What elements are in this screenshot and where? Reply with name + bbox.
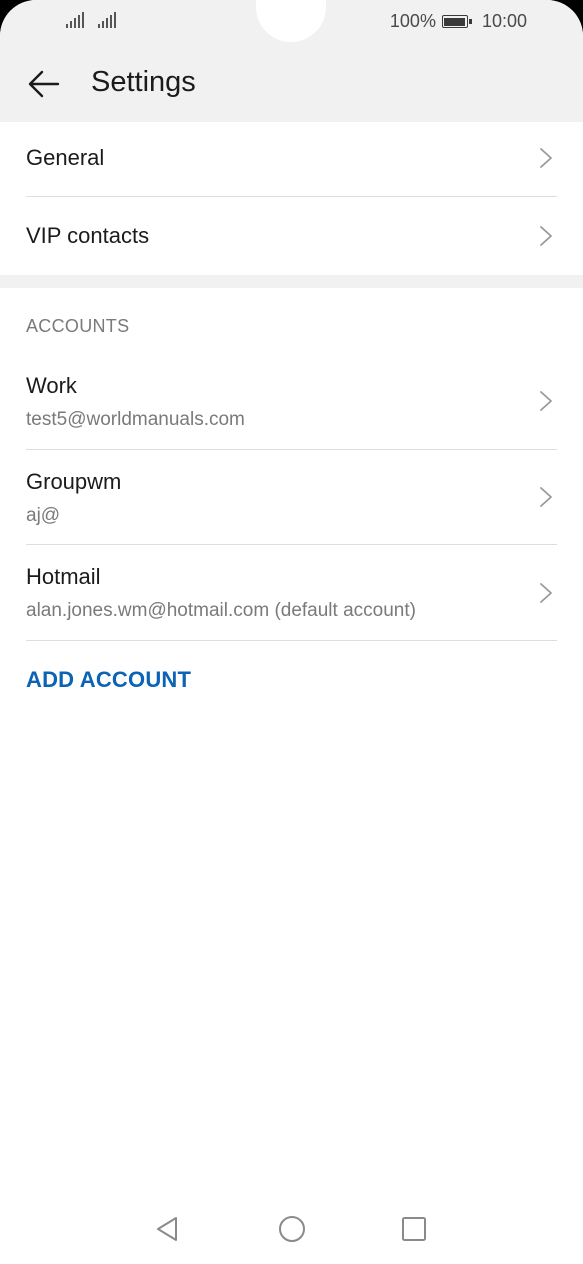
page-title: Settings bbox=[91, 66, 196, 98]
menu-item-label: VIP contacts bbox=[26, 223, 150, 248]
account-name: Hotmail bbox=[26, 564, 101, 589]
signal-icon bbox=[66, 12, 84, 28]
account-item-work[interactable]: Work test5@worldmanuals.com bbox=[26, 355, 557, 450]
nav-home-button[interactable] bbox=[275, 1212, 309, 1246]
account-email: aj@ bbox=[26, 505, 61, 526]
signal-group bbox=[66, 12, 116, 28]
clock: 10:00 bbox=[481, 11, 527, 31]
status-bar: 100% 10:00 bbox=[0, 0, 583, 44]
arrow-left-icon bbox=[28, 70, 60, 98]
chevron-right-icon bbox=[540, 148, 552, 168]
back-triangle-icon bbox=[157, 1217, 177, 1241]
nav-recents-button[interactable] bbox=[397, 1212, 431, 1246]
nav-back-button[interactable] bbox=[150, 1212, 184, 1246]
chevron-right-icon bbox=[540, 226, 552, 246]
chevron-right-icon bbox=[540, 487, 552, 507]
chevron-right-icon bbox=[540, 583, 552, 603]
app-bar: Settings bbox=[0, 44, 583, 122]
camera-notch bbox=[256, 0, 326, 42]
account-item-groupwm[interactable]: Groupwm aj@ bbox=[26, 450, 557, 545]
recents-square-icon bbox=[402, 1217, 426, 1241]
battery-icon bbox=[441, 15, 472, 28]
account-name: Work bbox=[26, 373, 77, 398]
system-nav-bar bbox=[0, 1196, 583, 1264]
status-right: 100% 10:00 bbox=[390, 11, 527, 32]
menu-item-vip-contacts[interactable]: VIP contacts bbox=[26, 197, 557, 275]
home-circle-icon bbox=[279, 1216, 305, 1242]
add-account-button[interactable]: ADD ACCOUNT bbox=[26, 667, 191, 693]
accounts-section-header: ACCOUNTS bbox=[26, 316, 130, 336]
screen: 100% 10:00 Settings General VIP contacts bbox=[0, 0, 583, 1264]
section-divider bbox=[0, 275, 583, 288]
signal-icon bbox=[98, 12, 116, 28]
account-name: Groupwm bbox=[26, 469, 122, 494]
account-email: test5@worldmanuals.com bbox=[26, 409, 245, 430]
account-email: alan.jones.wm@hotmail.com (default accou… bbox=[26, 600, 416, 621]
menu-item-general[interactable]: General bbox=[26, 122, 557, 197]
battery-percent: 100% bbox=[389, 11, 436, 31]
settings-menu: General VIP contacts bbox=[0, 122, 583, 275]
account-item-hotmail[interactable]: Hotmail alan.jones.wm@hotmail.com (defau… bbox=[26, 545, 557, 641]
chevron-right-icon bbox=[540, 391, 552, 411]
menu-item-label: General bbox=[26, 145, 105, 170]
back-button[interactable] bbox=[22, 62, 66, 106]
accounts-list: Work test5@worldmanuals.com Groupwm aj@ … bbox=[0, 355, 583, 641]
